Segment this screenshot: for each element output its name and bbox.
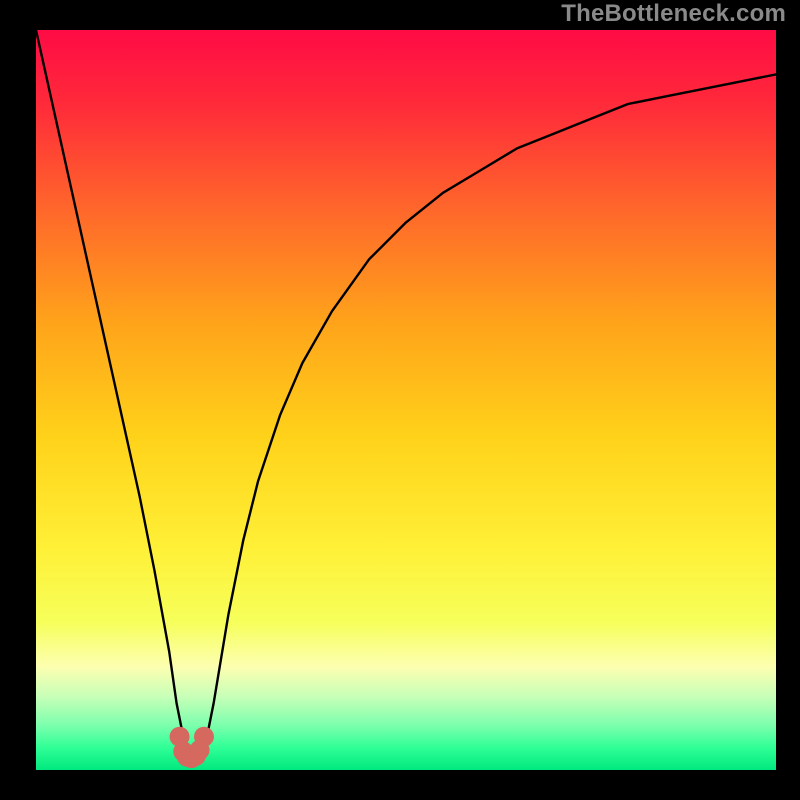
plot-area bbox=[36, 30, 776, 770]
gradient-background bbox=[36, 30, 776, 770]
outer-frame: TheBottleneck.com bbox=[0, 0, 800, 800]
chart-svg bbox=[36, 30, 776, 770]
min-marker bbox=[194, 727, 214, 747]
watermark-text: TheBottleneck.com bbox=[561, 0, 786, 28]
